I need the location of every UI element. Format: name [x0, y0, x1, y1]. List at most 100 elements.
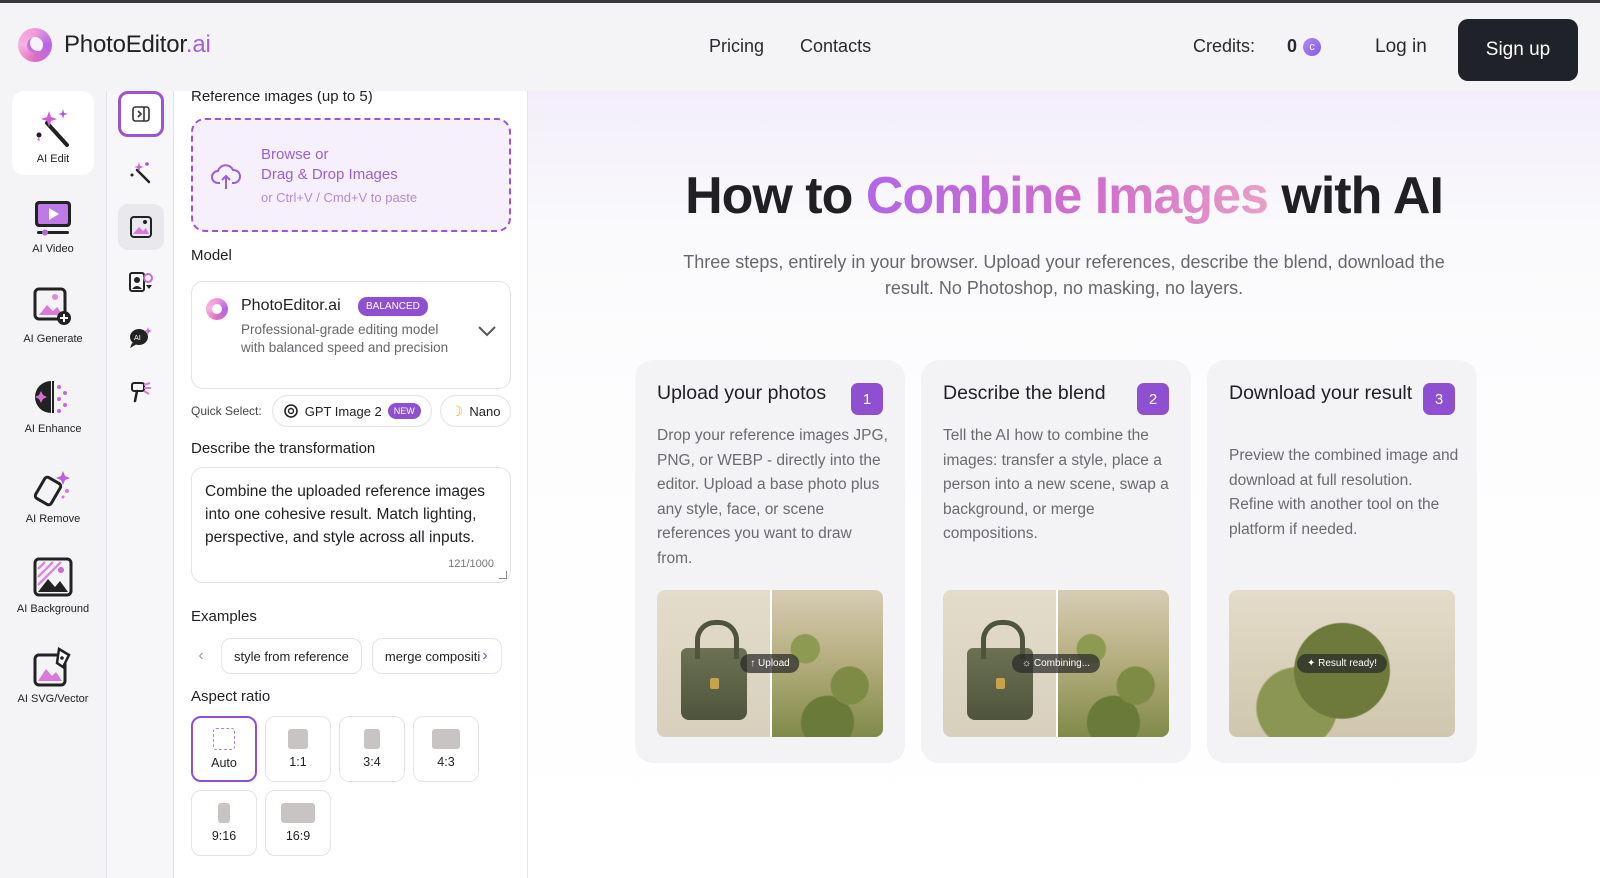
drop-drag-text: Drag & Drop Images [261, 166, 398, 183]
rail-item-ai-background[interactable]: AI Background [12, 541, 94, 625]
rail-label: AI Video [32, 243, 74, 255]
resize-handle[interactable] [499, 571, 507, 579]
sidebar-toggle-icon [132, 106, 150, 122]
nav-contacts-link[interactable]: Contacts [800, 36, 871, 57]
coin-icon: c [1303, 37, 1322, 56]
image-drop-zone[interactable]: Browse or Drag & Drop Images or Ctrl+V /… [191, 118, 511, 232]
eraser-icon [33, 471, 70, 507]
tool-brush[interactable] [118, 369, 164, 415]
quick-select-label: Quick Select: [191, 404, 262, 418]
quick-select-gpt-image-2[interactable]: GPT Image 2 NEW [271, 395, 432, 427]
aspect-label: 16:9 [285, 829, 311, 843]
rail-item-ai-edit[interactable]: AI Edit [12, 91, 94, 175]
rail-item-ai-svg-vector[interactable]: AI SVG/Vector [12, 631, 94, 715]
quick-select-nano[interactable]: ☽ Nano [439, 395, 512, 427]
balanced-badge: BALANCED [358, 297, 428, 316]
rail-item-ai-remove[interactable]: AI Remove [12, 451, 94, 535]
ratio-shape-icon [432, 729, 460, 749]
svg-text:AI: AI [134, 334, 141, 342]
rail-label: AI Background [16, 603, 90, 615]
step-card-download: Download your result 3 Preview the combi… [1207, 360, 1477, 763]
step-title: Download your result [1229, 382, 1413, 404]
video-play-icon [35, 201, 71, 236]
logo[interactable]: PhotoEditor.ai [18, 28, 211, 62]
enhance-sparkle-icon [35, 381, 67, 413]
rail-item-ai-enhance[interactable]: AI Enhance [12, 361, 94, 445]
signup-button[interactable]: Sign up [1458, 19, 1578, 81]
step-title: Describe the blend [943, 382, 1106, 404]
credits-label: Credits: [1193, 36, 1256, 56]
banana-icon: ☽ [450, 402, 464, 419]
combining-status-pill: ☼ Combining... [1011, 654, 1101, 673]
aspect-ratio-label: Aspect ratio [191, 688, 271, 705]
chip-label: GPT Image 2 [304, 403, 382, 419]
step-description: Preview the combined image and download … [1229, 447, 1459, 538]
tool-combine-images[interactable] [118, 204, 164, 250]
aspect-label: 9:16 [211, 829, 237, 843]
handbag-shape [681, 620, 747, 720]
ratio-shape-icon [288, 729, 308, 749]
tool-face-swap[interactable] [118, 259, 164, 305]
aspect-label: 3:4 [363, 755, 381, 769]
rail-item-ai-generate[interactable]: AI Generate [12, 271, 94, 355]
nav-pricing-link[interactable]: Pricing [709, 36, 764, 57]
rail-label: AI Enhance [24, 423, 82, 435]
step-illustration: ☼ Combining... [943, 590, 1169, 737]
upload-cloud-icon [211, 164, 241, 189]
prompt-textarea[interactable]: Combine the uploaded reference images in… [191, 467, 511, 583]
aspect-4-3[interactable]: 4:3 [413, 716, 479, 782]
model-select[interactable]: PhotoEditor.ai BALANCED Professional-gra… [191, 281, 511, 389]
chevron-left-icon[interactable]: ‹ [191, 647, 211, 665]
step-description: Tell the AI how to combine the images: t… [943, 427, 1169, 542]
rail-item-ai-video[interactable]: AI Video [12, 181, 94, 265]
aspect-3-4[interactable]: 3:4 [339, 716, 405, 782]
chevron-right-icon[interactable]: › [482, 647, 487, 665]
aspect-16-9[interactable]: 16:9 [265, 790, 331, 856]
header: PhotoEditor.ai Pricing Contacts Credits:… [0, 3, 1600, 91]
title-pre: How to [685, 167, 866, 225]
result-ready-pill: ✦ Result ready! [1296, 654, 1388, 673]
example-chip[interactable]: style from reference [221, 638, 362, 674]
image-plus-icon [33, 287, 71, 325]
login-link[interactable]: Log in [1375, 36, 1427, 58]
page-subtitle: Three steps, entirely in your browser. U… [683, 252, 1445, 298]
logo-swirl-icon [18, 28, 52, 62]
step-number-badge: 3 [1423, 383, 1455, 415]
ratio-shape-icon [364, 729, 380, 749]
collapse-panel-button[interactable] [118, 91, 164, 137]
tool-rail: AI Edit AI Video AI Generate AI Enhance … [0, 91, 106, 878]
step-illustration: ↑ Upload [657, 590, 883, 737]
drop-browse-text: Browse or [261, 146, 329, 163]
aspect-label: 1:1 [289, 755, 307, 769]
paint-brush-icon [131, 382, 151, 403]
rail-label: AI Generate [23, 333, 83, 345]
examples-label: Examples [191, 608, 257, 625]
model-logo-icon [206, 298, 228, 320]
aspect-1-1[interactable]: 1:1 [265, 716, 331, 782]
page-title: How to Combine Images with AI [528, 166, 1600, 226]
rail-label: AI Edit [36, 153, 70, 165]
chip-label: Nano [469, 403, 501, 419]
face-swap-icon [129, 272, 153, 292]
tool-ai-chat[interactable]: AI [118, 314, 164, 360]
example-chip-label: merge compositi [384, 648, 481, 664]
credits-value: 0 [1287, 36, 1298, 56]
image-combine-icon [130, 216, 152, 238]
example-chip[interactable]: merge compositi › [371, 638, 502, 674]
ratio-shape-icon [218, 803, 230, 823]
model-description: Professional-grade editing model with ba… [241, 322, 449, 355]
openai-logo-icon [283, 404, 298, 418]
chat-bubble-ai-icon: AI [130, 327, 152, 348]
step-card-upload: Upload your photos 1 Drop your reference… [635, 360, 905, 763]
drop-paste-hint: or Ctrl+V / Cmd+V to paste [261, 190, 418, 205]
aspect-label: Auto [211, 756, 237, 770]
step-number-badge: 2 [1137, 383, 1169, 415]
brand-suffix: .ai [185, 31, 211, 58]
aspect-9-16[interactable]: 9:16 [191, 790, 257, 856]
aspect-auto[interactable]: Auto [191, 716, 257, 782]
step-card-describe: Describe the blend 2 Tell the AI how to … [921, 360, 1191, 763]
aspect-label: 4:3 [437, 755, 455, 769]
step-description: Drop your reference images JPG, PNG, or … [657, 427, 888, 567]
rail-label: AI Remove [25, 513, 81, 525]
tool-magic-edit[interactable] [118, 149, 164, 195]
